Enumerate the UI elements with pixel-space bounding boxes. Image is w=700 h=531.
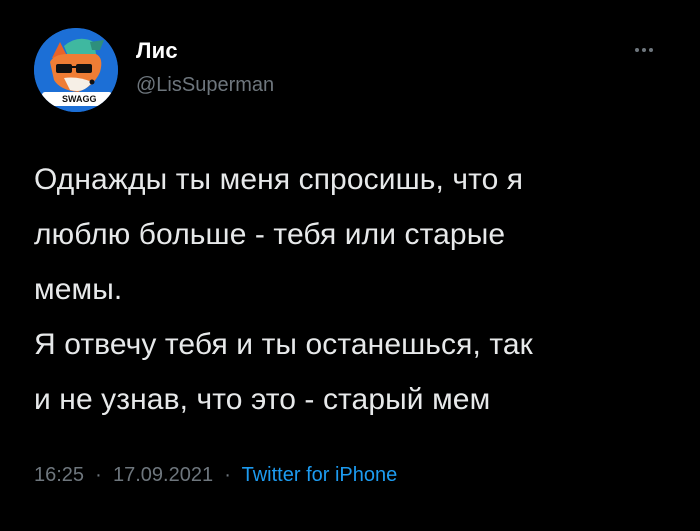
display-name[interactable]: Лис bbox=[136, 38, 178, 64]
tweet-source-link[interactable]: Twitter for iPhone bbox=[242, 464, 398, 486]
avatar-badge-text: SWAGG bbox=[62, 94, 97, 104]
tweet-date[interactable]: 17.09.2021 bbox=[113, 464, 213, 486]
more-options-icon bbox=[635, 48, 639, 52]
more-options-icon-dot bbox=[649, 48, 653, 52]
tweet-text-line: мемы. bbox=[34, 273, 123, 306]
tweet: SWAGG Лис @LisSuperman Однажды ты меня с… bbox=[0, 0, 700, 531]
tweet-text: Однажды ты меня спросишь, что я люблю бо… bbox=[34, 152, 674, 427]
avatar[interactable]: SWAGG bbox=[34, 28, 118, 112]
tweet-text-line: и не узнав, что это - старый мем bbox=[34, 383, 491, 416]
meta-separator: · bbox=[218, 464, 237, 486]
tweet-text-line: люблю больше - тебя или старые bbox=[34, 218, 506, 251]
more-options-button[interactable] bbox=[628, 40, 660, 60]
user-handle[interactable]: @LisSuperman bbox=[136, 74, 274, 97]
meta-separator: · bbox=[89, 464, 108, 486]
more-options-icon-dot bbox=[642, 48, 646, 52]
tweet-meta: 16:25 · 17.09.2021 · Twitter for iPhone bbox=[34, 464, 397, 487]
tweet-text-line: Однажды ты меня спросишь, что я bbox=[34, 163, 524, 196]
tweet-time[interactable]: 16:25 bbox=[34, 464, 84, 486]
tweet-text-line: Я отвечу тебя и ты останешься, так bbox=[34, 328, 533, 361]
